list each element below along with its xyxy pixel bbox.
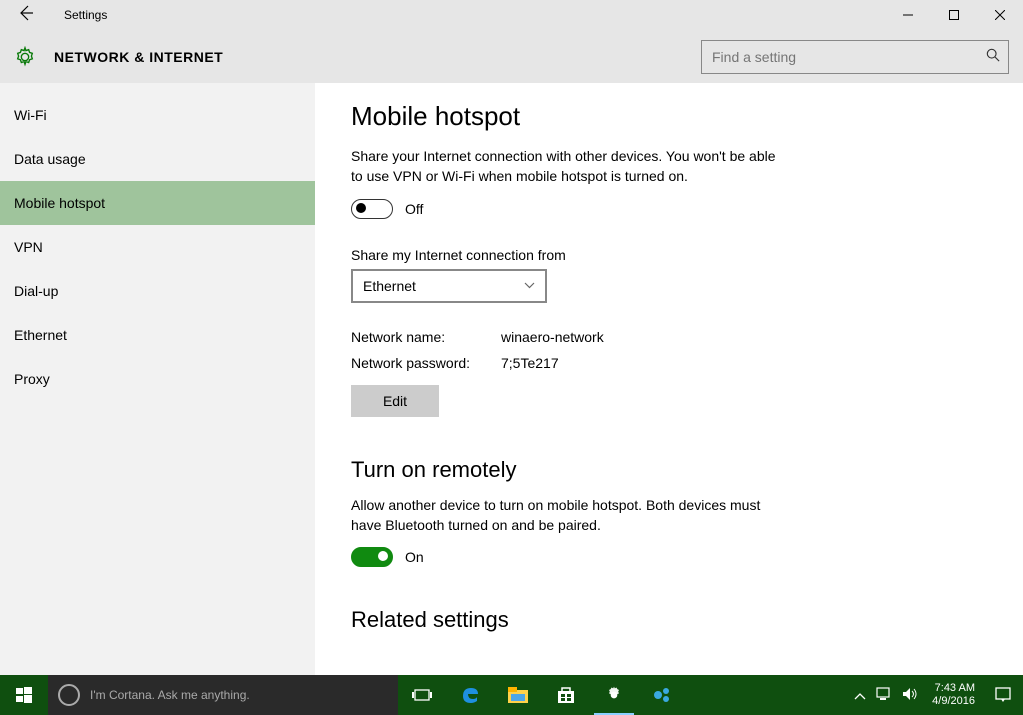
clock-date: 4/9/2016 [932, 695, 975, 708]
network-password-label: Network password: [351, 355, 501, 371]
sidebar-item-label: Dial-up [14, 283, 58, 299]
close-button[interactable] [977, 0, 1023, 30]
remote-heading: Turn on remotely [351, 457, 1023, 483]
sidebar-item-ethernet[interactable]: Ethernet [0, 313, 315, 357]
sidebar-item-dial-up[interactable]: Dial-up [0, 269, 315, 313]
chevron-down-icon [524, 280, 535, 292]
remote-description: Allow another device to turn on mobile h… [351, 495, 791, 536]
settings-app-icon[interactable] [590, 675, 638, 715]
title-bar: Settings [0, 0, 1023, 30]
share-from-label: Share my Internet connection from [351, 247, 1023, 263]
remote-toggle[interactable] [351, 547, 393, 567]
sidebar-item-label: Ethernet [14, 327, 67, 343]
minimize-button[interactable] [885, 0, 931, 30]
share-from-select[interactable]: Ethernet [351, 269, 547, 303]
volume-tray-icon[interactable] [902, 687, 918, 704]
sidebar-item-vpn[interactable]: VPN [0, 225, 315, 269]
search-settings-box[interactable] [701, 40, 1009, 74]
clock-time: 7:43 AM [932, 682, 975, 695]
back-button[interactable] [16, 3, 40, 28]
action-center-icon[interactable] [983, 687, 1023, 703]
settings-gear-icon [14, 46, 36, 68]
remote-toggle-label: On [405, 549, 424, 565]
content-pane: Mobile hotspot Share your Internet conne… [315, 83, 1023, 675]
unknown-app-icon[interactable] [638, 675, 686, 715]
file-explorer-app-icon[interactable] [494, 675, 542, 715]
sidebar-item-label: VPN [14, 239, 43, 255]
maximize-button[interactable] [931, 0, 977, 30]
store-app-icon[interactable] [542, 675, 590, 715]
sidebar-item-mobile-hotspot[interactable]: Mobile hotspot [0, 181, 315, 225]
cortana-icon [58, 684, 80, 706]
sidebar-item-label: Data usage [14, 151, 86, 167]
share-from-value: Ethernet [363, 278, 416, 294]
sidebar-item-label: Mobile hotspot [14, 195, 105, 211]
cortana-placeholder: I'm Cortana. Ask me anything. [90, 688, 250, 702]
hotspot-toggle-label: Off [405, 201, 423, 217]
network-password-value: 7;5Te217 [501, 355, 559, 371]
network-name-value: winaero-network [501, 329, 604, 345]
sidebar-item-label: Wi-Fi [14, 107, 47, 123]
window-title: Settings [64, 8, 107, 22]
network-tray-icon[interactable] [876, 687, 892, 704]
sidebar: Wi-Fi Data usage Mobile hotspot VPN Dial-up E… [0, 83, 315, 675]
section-title: NETWORK & INTERNET [54, 49, 223, 65]
sidebar-item-proxy[interactable]: Proxy [0, 357, 315, 401]
search-icon [986, 48, 1000, 65]
start-button[interactable] [0, 675, 48, 715]
header: NETWORK & INTERNET [0, 30, 1023, 83]
sidebar-item-wi-fi[interactable]: Wi-Fi [0, 93, 315, 137]
taskbar: I'm Cortana. Ask me anything. [0, 675, 1023, 715]
sidebar-item-label: Proxy [14, 371, 50, 387]
sidebar-item-data-usage[interactable]: Data usage [0, 137, 315, 181]
hotspot-description: Share your Internet connection with othe… [351, 146, 791, 187]
page-heading: Mobile hotspot [351, 101, 1023, 132]
cortana-search[interactable]: I'm Cortana. Ask me anything. [48, 675, 398, 715]
edge-app-icon[interactable] [446, 675, 494, 715]
network-name-label: Network name: [351, 329, 501, 345]
system-tray [848, 687, 924, 704]
search-input[interactable] [710, 48, 986, 66]
hotspot-toggle[interactable] [351, 199, 393, 219]
task-view-button[interactable] [398, 675, 446, 715]
tray-chevron-up-icon[interactable] [854, 687, 866, 703]
taskbar-clock[interactable]: 7:43 AM 4/9/2016 [924, 682, 983, 708]
related-heading: Related settings [351, 607, 1023, 633]
edit-button[interactable]: Edit [351, 385, 439, 417]
